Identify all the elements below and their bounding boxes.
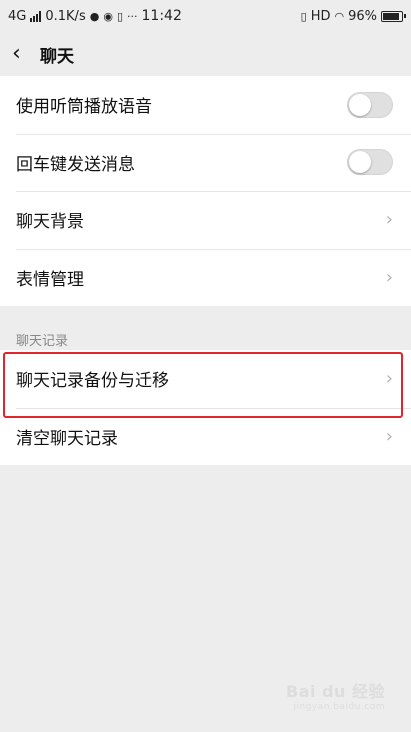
- signal-icon: [30, 10, 42, 22]
- setting-label: 聊天背景: [16, 212, 84, 233]
- watermark: Bai du 经验 jingyan.baidu.com: [286, 678, 385, 712]
- history-clear-row[interactable]: 清空聊天记录 ›: [0, 407, 411, 466]
- settings-group: 使用听筒播放语音 回车键发送消息 聊天背景 › 表情管理 ›: [0, 76, 411, 306]
- page-title: 聊天: [40, 46, 74, 67]
- enter-send-toggle[interactable]: [347, 149, 393, 176]
- wifi-icon: ◠: [334, 9, 345, 23]
- chevron-left-icon[interactable]: ‹: [12, 43, 38, 65]
- battery-percent: 96%: [348, 8, 377, 24]
- qq-icon: ●: [89, 9, 100, 23]
- setting-chat-background-row[interactable]: 聊天背景 ›: [0, 191, 411, 249]
- setting-earpiece-row[interactable]: 使用听筒播放语音: [0, 76, 411, 134]
- chevron-right-icon: ›: [385, 209, 393, 231]
- watermark-sub: jingyan.baidu.com: [293, 702, 385, 712]
- chevron-right-icon: ›: [385, 425, 393, 447]
- earpiece-toggle[interactable]: [347, 91, 393, 118]
- setting-sticker-management-row[interactable]: 表情管理 ›: [0, 248, 411, 307]
- history-group: 聊天记录备份与迁移 › 清空聊天记录 ›: [0, 350, 411, 465]
- setting-label: 回车键发送消息: [16, 154, 135, 175]
- more-icon: ···: [127, 9, 138, 23]
- network-speed: 0.1K/s: [45, 8, 86, 24]
- status-bar: 4G 0.1K/s ● ◉ ▯ ··· 11:42 ▯ HD ◠ 96%: [0, 0, 411, 32]
- setting-label: 表情管理: [16, 269, 84, 290]
- battery-icon: [381, 10, 406, 22]
- setting-label: 清空聊天记录: [16, 428, 118, 449]
- chevron-right-icon: ›: [385, 368, 393, 390]
- clipboard-icon: ▯: [116, 9, 123, 23]
- message-icon: ◉: [103, 9, 113, 23]
- setting-enter-send-row[interactable]: 回车键发送消息: [0, 133, 411, 192]
- setting-label: 使用听筒播放语音: [16, 97, 152, 118]
- toggle-knob: [349, 93, 371, 116]
- history-backup-migrate-row[interactable]: 聊天记录备份与迁移 ›: [0, 350, 411, 408]
- status-left: 4G 0.1K/s ● ◉ ▯ ··· 11:42: [8, 8, 182, 24]
- status-right: ▯ HD ◠ 96%: [300, 8, 406, 24]
- title-bar: ‹ 聊天: [0, 32, 411, 76]
- chevron-right-icon: ›: [385, 266, 393, 288]
- setting-label: 聊天记录备份与迁移: [16, 371, 169, 392]
- toggle-knob: [349, 151, 371, 174]
- hd-badge: HD: [310, 8, 331, 24]
- section-label-chat-history: 聊天记录: [16, 334, 69, 349]
- vibrate-icon: ▯: [300, 9, 307, 23]
- watermark-text: Bai du 经验: [286, 682, 385, 701]
- clock: 11:42: [141, 8, 182, 24]
- network-type: 4G: [8, 8, 27, 24]
